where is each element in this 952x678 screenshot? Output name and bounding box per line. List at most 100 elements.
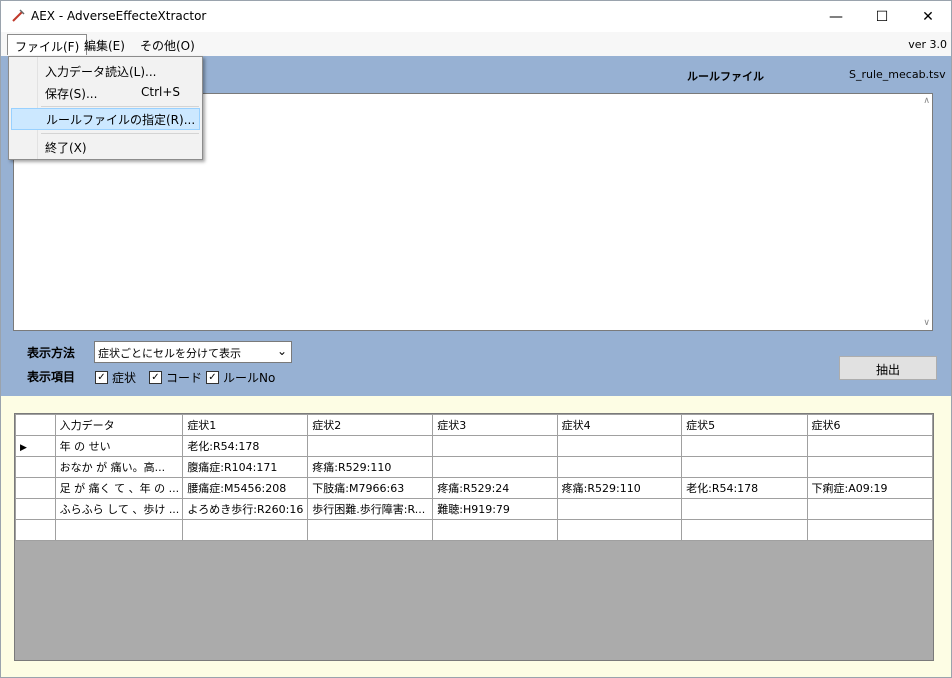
table-cell[interactable]	[54, 519, 184, 541]
display-method-value: 症状ごとにセルを分けて表示	[98, 347, 241, 360]
table-cell[interactable]	[806, 435, 933, 457]
menu-item-rule-file[interactable]: ルールファイルの指定(R)...	[11, 108, 200, 130]
table-cell[interactable]	[307, 519, 434, 541]
row-header[interactable]	[15, 498, 56, 520]
file-menu-dropdown: 入力データ読込(L)... 保存(S)... Ctrl+S ルールファイルの指定…	[8, 56, 203, 160]
row-header[interactable]: ▶	[15, 435, 56, 457]
scroll-up-icon[interactable]: ∧	[923, 96, 930, 106]
shortcut-label: Ctrl+S	[141, 85, 181, 99]
result-panel: 入力データ 症状1 症状2 症状3 症状4 症状5 症状6 ▶ 年 の せい 老…	[1, 396, 951, 677]
table-cell[interactable]	[556, 498, 683, 520]
table-cell[interactable]: 腹痛症:R104:171	[182, 456, 309, 478]
app-icon	[12, 9, 25, 22]
column-header[interactable]: 症状6	[806, 414, 933, 436]
current-row-icon: ▶	[20, 442, 27, 453]
menu-separator	[41, 106, 199, 107]
table-cell[interactable]	[556, 456, 683, 478]
table-cell[interactable]	[806, 498, 933, 520]
display-method-select[interactable]: 症状ごとにセルを分けて表示 ⌄	[94, 341, 292, 363]
column-header[interactable]: 症状5	[681, 414, 808, 436]
column-header[interactable]: 症状1	[182, 414, 309, 436]
rule-file-name: S_rule_mecab.tsv	[849, 68, 946, 81]
row-header[interactable]	[15, 477, 56, 499]
table-cell[interactable]: よろめき歩行:R260:16	[182, 498, 309, 520]
ruleno-checkbox[interactable]: ✓ ルールNo	[206, 369, 275, 386]
table-cell[interactable]	[556, 435, 683, 457]
menu-separator	[41, 133, 199, 134]
minimize-button[interactable]: —	[813, 1, 859, 32]
menu-item-label: 入力データ読込(L)...	[45, 65, 157, 79]
app-window: AEX - AdverseEffecteXtractor — ☐ ✕ ファイル(…	[0, 0, 952, 678]
results-table: 入力データ 症状1 症状2 症状3 症状4 症状5 症状6 ▶ 年 の せい 老…	[15, 414, 933, 541]
column-header[interactable]: 入力データ	[54, 414, 184, 436]
display-method-label: 表示方法	[27, 346, 76, 360]
scroll-down-icon[interactable]: ∨	[923, 318, 930, 328]
ruleno-checkbox-label: ルールNo	[223, 371, 276, 385]
table-cell[interactable]	[556, 519, 683, 541]
table-cell[interactable]: 老化:R54:178	[182, 435, 309, 457]
display-items-label: 表示項目	[27, 370, 76, 384]
menu-other[interactable]: その他(O)	[133, 34, 202, 55]
column-header[interactable]: 症状4	[556, 414, 683, 436]
symptom-checkbox[interactable]: ✓ 症状	[95, 369, 136, 386]
table-cell[interactable]	[681, 435, 808, 457]
header-row: 入力データ 症状1 症状2 症状3 症状4 症状5 症状6	[15, 414, 933, 436]
row-header-corner	[15, 414, 56, 436]
table-cell[interactable]: 年 の せい	[54, 435, 184, 457]
version-label: ver 3.0	[908, 38, 947, 51]
menu-file[interactable]: ファイル(F)	[7, 34, 88, 55]
row-header[interactable]	[15, 519, 56, 541]
table-cell[interactable]: 歩行困難.歩行障害:R...	[307, 498, 434, 520]
menu-item-load-input[interactable]: 入力データ読込(L)...	[11, 60, 200, 82]
menu-item-save[interactable]: 保存(S)... Ctrl+S	[11, 82, 200, 104]
table-cell[interactable]: 下肢痛:M7966:63	[307, 477, 434, 499]
title-bar: AEX - AdverseEffecteXtractor — ☐ ✕	[1, 1, 951, 32]
maximize-button[interactable]: ☐	[859, 1, 905, 32]
table-row[interactable]: おなか が 痛い。高... 腹痛症:R104:171 疼痛:R529:110	[15, 456, 933, 478]
extract-button[interactable]: 抽出	[839, 356, 937, 380]
menu-item-label: 保存(S)...	[45, 87, 98, 101]
code-checkbox[interactable]: ✓ コード	[149, 369, 202, 386]
new-row[interactable]	[15, 519, 933, 541]
symptom-checkbox-label: 症状	[112, 371, 137, 385]
table-cell[interactable]: ふらふら して 、歩け ...	[54, 498, 184, 520]
table-cell[interactable]: 腰痛症:M5456:208	[182, 477, 309, 499]
check-icon: ✓	[206, 371, 219, 384]
table-cell[interactable]	[182, 519, 309, 541]
table-cell[interactable]	[681, 519, 808, 541]
table-cell[interactable]: 老化:R54:178	[681, 477, 808, 499]
table-cell[interactable]	[432, 435, 558, 457]
menu-bar: ファイル(F) 編集(E) その他(O) ver 3.0	[1, 32, 951, 56]
row-header[interactable]	[15, 456, 56, 478]
table-cell[interactable]: おなか が 痛い。高...	[54, 456, 184, 478]
close-button[interactable]: ✕	[905, 1, 951, 32]
chevron-down-icon: ⌄	[276, 344, 287, 358]
table-cell[interactable]: 足 が 痛く て 、年 の ...	[54, 477, 184, 499]
table-cell[interactable]	[681, 456, 808, 478]
menu-item-exit[interactable]: 終了(X)	[11, 136, 200, 158]
menu-item-label: ルールファイルの指定(R)...	[46, 113, 196, 127]
table-cell[interactable]: 疼痛:R529:110	[307, 456, 434, 478]
table-cell[interactable]: 難聴:H919:79	[432, 498, 558, 520]
menu-edit[interactable]: 編集(E)	[77, 34, 132, 55]
rule-file-label: ルールファイル	[687, 70, 764, 83]
table-cell[interactable]: 疼痛:R529:24	[432, 477, 558, 499]
check-icon: ✓	[95, 371, 108, 384]
table-cell[interactable]: 疼痛:R529:110	[556, 477, 683, 499]
table-cell[interactable]: 下痢症:A09:19	[806, 477, 933, 499]
menu-item-label: 終了(X)	[45, 141, 87, 155]
table-cell[interactable]	[432, 456, 558, 478]
table-row[interactable]: 足 が 痛く て 、年 の ... 腰痛症:M5456:208 下肢痛:M796…	[15, 477, 933, 499]
column-header[interactable]: 症状2	[307, 414, 434, 436]
table-row[interactable]: ふらふら して 、歩け ... よろめき歩行:R260:16 歩行困難.歩行障害…	[15, 498, 933, 520]
check-icon: ✓	[149, 371, 162, 384]
table-cell[interactable]	[307, 435, 434, 457]
results-grid[interactable]: 入力データ 症状1 症状2 症状3 症状4 症状5 症状6 ▶ 年 の せい 老…	[14, 413, 934, 661]
column-header[interactable]: 症状3	[432, 414, 558, 436]
table-cell[interactable]	[681, 498, 808, 520]
table-cell[interactable]	[806, 456, 933, 478]
table-cell[interactable]	[432, 519, 558, 541]
window-title: AEX - AdverseEffecteXtractor	[31, 9, 207, 23]
table-row[interactable]: ▶ 年 の せい 老化:R54:178	[15, 435, 933, 457]
table-cell[interactable]	[806, 519, 933, 541]
